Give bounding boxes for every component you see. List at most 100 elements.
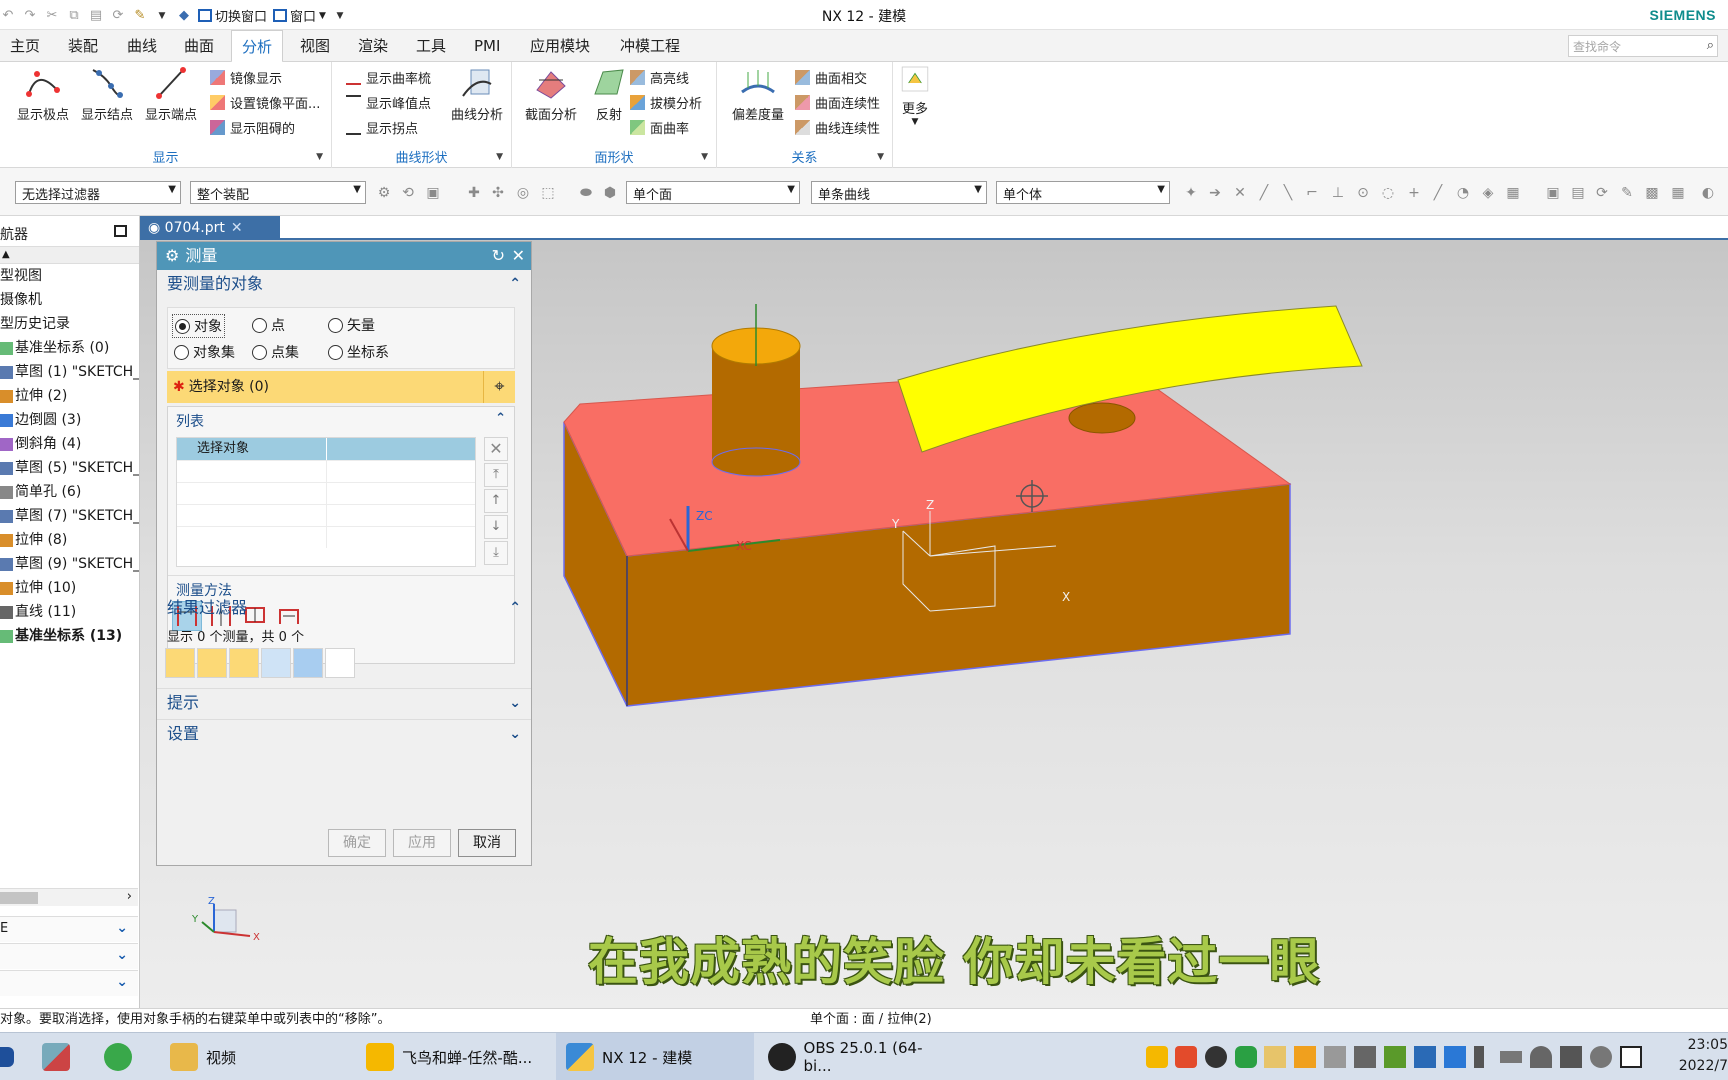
body-rule-select[interactable]: 单个体 ▼ (996, 181, 1170, 204)
highlight-lines-button[interactable]: 高亮线 (630, 66, 689, 88)
move-up-icon[interactable]: ↑ (484, 489, 508, 513)
navigator-item[interactable]: 基准坐标系 (13) (0, 624, 139, 648)
filter-list-add-icon[interactable] (325, 648, 355, 678)
navigator-item[interactable]: 草图 (5) "SKETCH_ (0, 456, 139, 480)
tray-close-icon[interactable] (1590, 1046, 1612, 1068)
navigator-item[interactable]: 基准坐标系 (0) (0, 336, 139, 360)
show-curvature-comb-button[interactable]: 显示曲率梳 (346, 66, 431, 88)
dialog-title-bar[interactable]: ⚙ 测量 ↻ ✕ (157, 242, 531, 270)
group-dropdown-icon[interactable]: ▼ (496, 152, 503, 162)
tray-obs-icon[interactable] (1205, 1046, 1227, 1068)
filter-tool-icon[interactable]: ⟲ (400, 185, 416, 201)
cancel-button[interactable]: 取消 (458, 829, 516, 857)
navigator-item[interactable]: 摄像机 (0, 288, 139, 312)
section-hint[interactable]: 提示 ⌄ (157, 688, 531, 716)
filter-arc-icon[interactable] (197, 648, 227, 678)
radio-csys[interactable]: 坐标系 (328, 342, 389, 362)
move-bottom-icon[interactable]: ⤓ (484, 541, 508, 565)
tab-application[interactable]: 应用模块 (520, 30, 600, 62)
curve-rule-select[interactable]: 单条曲线 ▼ (811, 181, 987, 204)
section-analysis-button[interactable]: 截面分析 (520, 66, 582, 126)
chevron-right-icon[interactable]: › (127, 889, 132, 904)
tray-wechat-icon[interactable] (1235, 1046, 1257, 1068)
scrollbar-thumb[interactable] (0, 892, 38, 904)
tray-folder-icon[interactable] (1264, 1046, 1286, 1068)
tray-battery-icon[interactable] (1500, 1051, 1522, 1063)
show-poles-button[interactable]: 显示极点 (12, 66, 74, 126)
reflection-button[interactable]: 反射 (584, 66, 634, 126)
radio-object-set[interactable]: 对象集 (174, 342, 235, 362)
apply-button[interactable]: 应用 (393, 829, 451, 857)
list-item[interactable] (177, 504, 475, 526)
snap-icon[interactable]: ▦ (1505, 185, 1521, 201)
curve-continuity-button[interactable]: 曲线连续性 (795, 116, 880, 138)
group-dropdown-icon[interactable]: ▼ (877, 152, 884, 162)
navigator-item[interactable]: 拉伸 (10) (0, 576, 139, 600)
rectangle-select-icon[interactable]: ⬚ (540, 185, 556, 201)
navigator-item[interactable]: 型视图 (0, 264, 139, 288)
show-knots-button[interactable]: 显示结点 (76, 66, 138, 126)
maximize-icon[interactable] (114, 225, 127, 237)
command-search-input[interactable]: 查找命令 ⌕ (1568, 35, 1718, 57)
snap-on-curve-icon[interactable]: ╱ (1430, 185, 1446, 201)
taskbar-app-nx[interactable]: NX 12 - 建模 (556, 1033, 754, 1080)
filter-angle-icon[interactable] (229, 648, 259, 678)
draft-analysis-button[interactable]: 拔模分析 (630, 91, 702, 113)
tray-speaker-icon[interactable] (1560, 1046, 1582, 1068)
section-objects-to-measure[interactable]: 要测量的对象 ⌃ (157, 270, 531, 298)
tray-display-icon[interactable] (1354, 1046, 1376, 1068)
navigator-item[interactable]: 边倒圆 (3) (0, 408, 139, 432)
move-down-icon[interactable]: ↓ (484, 515, 508, 539)
add-selection-icon[interactable]: ▣ (425, 185, 441, 201)
ok-button[interactable]: 确定 (328, 829, 386, 857)
tab-pmi[interactable]: PMI (464, 30, 510, 62)
tab-assemblies[interactable]: 装配 (58, 30, 108, 62)
filter-tool-icon[interactable]: ◎ (515, 185, 531, 201)
list-item[interactable] (177, 460, 475, 482)
taskbar-app-music[interactable]: 飞鸟和蝉-任然-酷... (356, 1033, 546, 1080)
snap-bounded-icon[interactable]: ◈ (1480, 185, 1496, 201)
navigator-item[interactable]: 草图 (9) "SKETCH_ (0, 552, 139, 576)
selection-scope-select[interactable]: 整个装配 ▼ (190, 181, 366, 204)
document-tab[interactable]: ◉ 0704.prt ✕ (140, 216, 280, 240)
deviation-gauge-button[interactable]: 偏差度量 (725, 66, 791, 126)
select-object-field[interactable]: ✱ 选择对象 (0) ⌖ (167, 371, 515, 403)
navigator-item[interactable]: 草图 (1) "SKETCH_ (0, 360, 139, 384)
list-section-header[interactable]: 列表 ⌃ (168, 407, 514, 431)
section-result-filter[interactable]: 结果过滤器 ⌃ (157, 594, 531, 622)
navigator-item[interactable]: 直线 (11) (0, 600, 139, 624)
navigator-item[interactable]: 简单孔 (6) (0, 480, 139, 504)
group-dropdown-icon[interactable]: ▼ (316, 152, 323, 162)
surface-continuity-button[interactable]: 曲面连续性 (795, 91, 880, 113)
hole-feature[interactable] (1068, 402, 1136, 434)
snap-endpoint-icon[interactable]: ╱ (1256, 185, 1272, 201)
snap-arrow-icon[interactable]: ➔ (1207, 185, 1223, 201)
tab-view[interactable]: 视图 (290, 30, 340, 62)
rotate-icon[interactable]: ⟳ (1594, 185, 1610, 201)
list-item[interactable] (177, 526, 475, 548)
tray-gpu-icon[interactable] (1384, 1046, 1406, 1068)
tray-wifi-icon[interactable] (1530, 1046, 1552, 1068)
snap-intersection-icon[interactable]: ⊥ (1330, 185, 1346, 201)
navigator-item[interactable]: 倒斜角 (4) (0, 432, 139, 456)
radio-point[interactable]: 点 (252, 315, 285, 335)
snap-on-face-icon[interactable]: ◔ (1455, 185, 1471, 201)
filter-tool-icon[interactable]: ✚ (466, 185, 482, 201)
filter-distance-icon[interactable] (165, 648, 195, 678)
set-mirror-plane-button[interactable]: 设置镜像平面... (210, 91, 320, 113)
filter-volume-icon[interactable] (293, 648, 323, 678)
tray-shield-icon[interactable] (1294, 1046, 1316, 1068)
tab-render[interactable]: 渲染 (348, 30, 398, 62)
curve-analysis-button[interactable]: 曲线分析 (442, 66, 512, 126)
snap-quadrant-icon[interactable]: ◌ (1380, 185, 1396, 201)
type-filter-select[interactable]: 无选择过滤器 ▼ (15, 181, 181, 204)
taskbar-browser[interactable] (100, 1033, 144, 1080)
list-item[interactable] (177, 482, 475, 504)
render-style-icon[interactable]: ◐ (1700, 185, 1716, 201)
tab-tools[interactable]: 工具 (406, 30, 456, 62)
tab-die-engineering[interactable]: 冲模工程 (610, 30, 690, 62)
tray-bluetooth-icon[interactable] (1444, 1046, 1466, 1068)
view-tool-icon[interactable]: ▤ (1570, 185, 1586, 201)
show-peak-points-button[interactable]: 显示峰值点 (346, 91, 431, 113)
navigator-item[interactable]: 型历史记录 (0, 312, 139, 336)
